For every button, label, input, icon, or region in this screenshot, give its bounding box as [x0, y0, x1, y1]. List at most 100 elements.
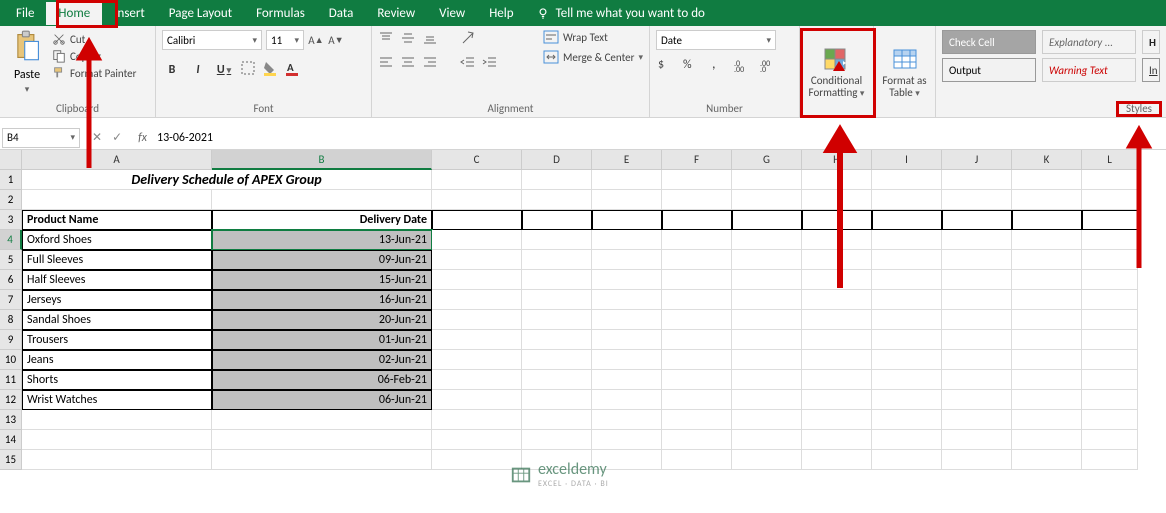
- cell[interactable]: [942, 190, 1012, 210]
- style-output[interactable]: Output: [942, 58, 1036, 82]
- row-header-5[interactable]: 5: [0, 250, 22, 270]
- cell[interactable]: [732, 310, 802, 330]
- cell[interactable]: 02-Jun-21: [212, 350, 432, 370]
- cell[interactable]: [872, 370, 942, 390]
- cell[interactable]: [432, 190, 522, 210]
- grow-font-button[interactable]: A▲: [308, 32, 324, 48]
- cell[interactable]: [1082, 170, 1138, 190]
- cell[interactable]: [522, 430, 592, 450]
- cell[interactable]: [732, 430, 802, 450]
- row-header-11[interactable]: 11: [0, 370, 22, 390]
- cell[interactable]: [592, 210, 662, 230]
- cell[interactable]: [802, 250, 872, 270]
- cell[interactable]: [732, 390, 802, 410]
- enter-formula-button[interactable]: ✓: [112, 130, 122, 145]
- cell[interactable]: [1082, 410, 1138, 430]
- cell[interactable]: [432, 230, 522, 250]
- cell[interactable]: [1012, 370, 1082, 390]
- cell[interactable]: [662, 390, 732, 410]
- cell[interactable]: [802, 410, 872, 430]
- cancel-formula-button[interactable]: ✕: [92, 130, 102, 145]
- cell[interactable]: 13-Jun-21: [212, 230, 432, 250]
- cell[interactable]: [802, 290, 872, 310]
- cell[interactable]: [732, 270, 802, 290]
- tab-review[interactable]: Review: [365, 2, 427, 25]
- cell[interactable]: [1012, 170, 1082, 190]
- cell[interactable]: [522, 310, 592, 330]
- cell[interactable]: Jerseys: [22, 290, 212, 310]
- cell[interactable]: [1082, 350, 1138, 370]
- row-header-9[interactable]: 9: [0, 330, 22, 350]
- cell[interactable]: [212, 410, 432, 430]
- cell[interactable]: [732, 370, 802, 390]
- cell[interactable]: Jeans: [22, 350, 212, 370]
- cell[interactable]: [802, 450, 872, 470]
- cell[interactable]: [872, 170, 942, 190]
- cell[interactable]: [872, 230, 942, 250]
- cell[interactable]: [802, 310, 872, 330]
- cell[interactable]: [802, 230, 872, 250]
- tab-help[interactable]: Help: [477, 2, 525, 25]
- fx-icon[interactable]: fx: [132, 131, 153, 145]
- cell[interactable]: [432, 170, 522, 190]
- cell[interactable]: [592, 270, 662, 290]
- cell[interactable]: [942, 310, 1012, 330]
- tab-home[interactable]: Home: [46, 2, 102, 25]
- cell[interactable]: [662, 170, 732, 190]
- col-header-I[interactable]: I: [872, 150, 942, 170]
- cell[interactable]: [802, 430, 872, 450]
- cell[interactable]: [872, 450, 942, 470]
- cell[interactable]: [522, 210, 592, 230]
- copy-button[interactable]: Copy▾: [52, 49, 136, 63]
- col-header-L[interactable]: L: [1082, 150, 1138, 170]
- cell[interactable]: [592, 290, 662, 310]
- tab-view[interactable]: View: [427, 2, 477, 25]
- cell[interactable]: [662, 350, 732, 370]
- font-color-button[interactable]: A: [284, 60, 300, 80]
- number-format-select[interactable]: Date▾: [656, 30, 776, 50]
- cell[interactable]: [1082, 370, 1138, 390]
- cell[interactable]: [1012, 350, 1082, 370]
- style-input[interactable]: In: [1142, 58, 1160, 82]
- cell[interactable]: [872, 430, 942, 450]
- row-header-10[interactable]: 10: [0, 350, 22, 370]
- cell[interactable]: [1012, 310, 1082, 330]
- cell[interactable]: [592, 390, 662, 410]
- cell[interactable]: 16-Jun-21: [212, 290, 432, 310]
- spreadsheet-grid[interactable]: ABCDEFGHIJKL 123456789101112131415 Deliv…: [0, 150, 1166, 510]
- cell[interactable]: [662, 270, 732, 290]
- row-header-7[interactable]: 7: [0, 290, 22, 310]
- cell[interactable]: [522, 390, 592, 410]
- cell[interactable]: [432, 410, 522, 430]
- orientation-button[interactable]: [460, 30, 476, 50]
- cell[interactable]: Trousers: [22, 330, 212, 350]
- fill-color-button[interactable]: [262, 60, 278, 80]
- tell-me[interactable]: Tell me what you want to do: [556, 2, 717, 25]
- tab-page-layout[interactable]: Page Layout: [157, 2, 244, 25]
- cell[interactable]: [22, 430, 212, 450]
- cell[interactable]: [22, 410, 212, 430]
- align-left-button[interactable]: [378, 54, 394, 74]
- cell[interactable]: [1012, 330, 1082, 350]
- conditional-formatting-button[interactable]: Conditional Formatting ▾: [806, 30, 867, 116]
- cell[interactable]: [942, 330, 1012, 350]
- col-header-H[interactable]: H: [802, 150, 872, 170]
- cell[interactable]: [432, 450, 522, 470]
- cell[interactable]: [942, 270, 1012, 290]
- shrink-font-button[interactable]: A▼: [328, 32, 344, 48]
- cell[interactable]: [662, 250, 732, 270]
- cell[interactable]: [802, 390, 872, 410]
- cell[interactable]: [872, 290, 942, 310]
- cell[interactable]: [1012, 410, 1082, 430]
- name-box[interactable]: B4▾: [2, 128, 80, 148]
- cell[interactable]: [732, 210, 802, 230]
- cell[interactable]: [732, 330, 802, 350]
- increase-decimal-button[interactable]: .0.00: [734, 56, 750, 76]
- cell[interactable]: 20-Jun-21: [212, 310, 432, 330]
- font-name-select[interactable]: Calibri▾: [162, 30, 262, 50]
- cell[interactable]: [1012, 250, 1082, 270]
- cell[interactable]: [592, 190, 662, 210]
- cell[interactable]: [22, 190, 212, 210]
- cell[interactable]: [1012, 270, 1082, 290]
- cell[interactable]: [942, 390, 1012, 410]
